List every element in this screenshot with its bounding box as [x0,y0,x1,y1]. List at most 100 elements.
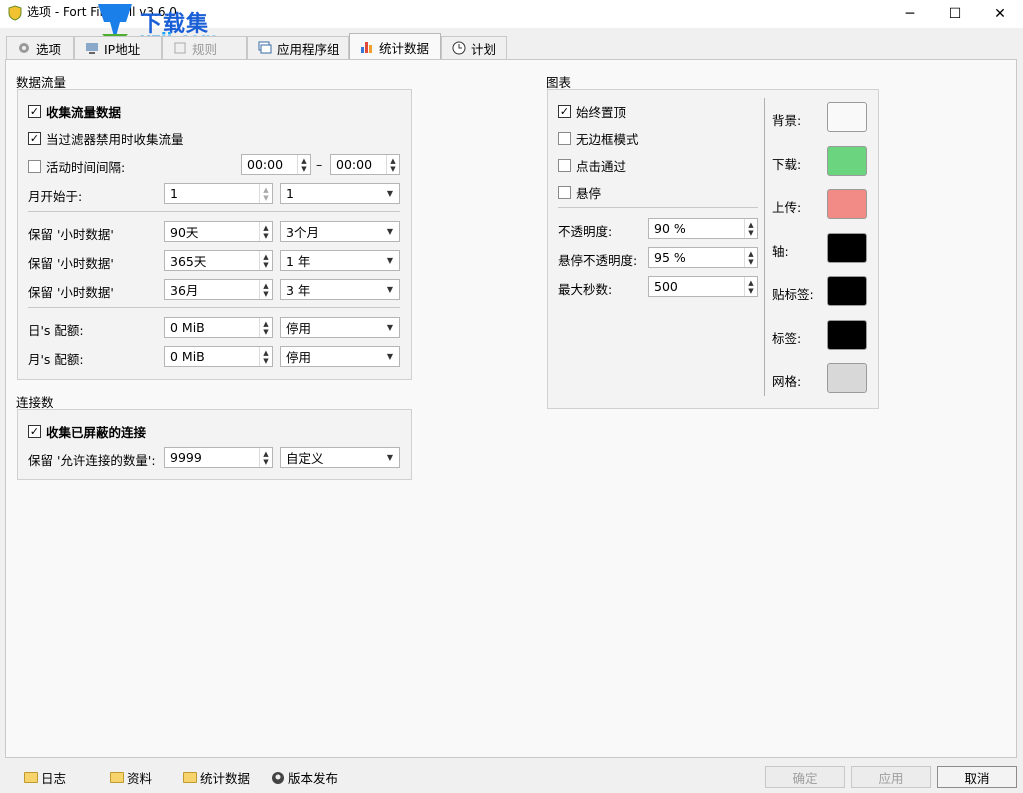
apply-button[interactable]: 应用 [851,766,931,788]
spin-arrows-icon[interactable]: ▲ ▼ [259,280,272,299]
collect-blocked-checkbox[interactable]: ✓ 收集已屏蔽的连接 [28,422,146,441]
spin-arrows-icon[interactable]: ▲ ▼ [297,155,310,174]
active-period-to-input[interactable]: 00:00 ▲ ▼ [330,154,400,175]
spin-arrows-icon[interactable]: ▲ ▼ [386,155,399,174]
spin-arrows-icon[interactable]: ▲ ▼ [744,277,757,296]
month-quota-input[interactable]: 0 MiB ▲ ▼ [164,346,273,367]
keep-monthly-combo[interactable]: 3 年 ▼ [280,279,400,300]
profile-folder-link[interactable]: 资料 [110,768,152,787]
keep-hourly-input[interactable]: 90天 ▲ ▼ [164,221,273,242]
tab-label: 选项 [36,41,62,57]
axis-color-button[interactable] [827,233,867,263]
checkbox-label: 当过滤器禁用时收集流量 [46,132,184,147]
labels-color-button[interactable] [827,320,867,350]
collect-when-disabled-checkbox[interactable]: ✓ 当过滤器禁用时收集流量 [28,129,184,148]
combo-value: 停用 [286,350,312,365]
keep-daily-combo[interactable]: 1 年 ▼ [280,250,400,271]
keep-allowed-combo[interactable]: 自定义 ▼ [280,447,400,468]
link-label: 统计数据 [200,771,251,786]
tab-options[interactable]: 选项 [6,36,74,59]
keep-monthly-label: 保留 '小时数据' [28,285,114,300]
spin-arrows-icon[interactable]: ▲ ▼ [259,184,272,203]
divider [28,307,400,308]
checkbox-label: 始终置顶 [576,105,627,120]
divider [28,211,400,212]
checkbox-label: 点击通过 [576,159,627,174]
month-start-combo[interactable]: 1 ▼ [280,183,400,204]
upload-color-button[interactable] [827,189,867,219]
rules-icon [174,42,186,54]
spin-arrows-icon[interactable]: ▲ ▼ [259,347,272,366]
opacity-label: 不透明度: [558,224,613,239]
tab-label: 统计数据 [379,40,430,56]
color-label-ticks: 贴标签: [772,287,814,302]
cancel-button[interactable]: 取消 [937,766,1017,788]
spin-arrows-icon[interactable]: ▲ ▼ [259,251,272,270]
day-quota-input[interactable]: 0 MiB ▲ ▼ [164,317,273,338]
keep-daily-input[interactable]: 365天 ▲ ▼ [164,250,273,271]
active-period-checkbox[interactable]: 活动时间间隔: [28,157,125,176]
checkbox-check: ✓ [28,105,41,118]
spin-arrows-icon[interactable]: ▲ ▼ [744,248,757,267]
minimize-button[interactable]: ─ [887,0,933,28]
link-label: 版本发布 [288,771,339,786]
close-button[interactable]: ✕ [977,0,1023,28]
frameless-checkbox[interactable]: 无边框模式 [558,129,639,148]
opacity-input[interactable]: 90 % ▲ ▼ [648,218,758,239]
day-quota-combo[interactable]: 停用 ▼ [280,317,400,338]
divider [558,207,758,208]
tab-app-groups[interactable]: 应用程序组 [247,36,349,59]
spin-value: 90天 [170,225,199,240]
combo-value: 1 年 [286,254,311,269]
always-on-top-checkbox[interactable]: ✓ 始终置顶 [558,102,626,121]
month-quota-combo[interactable]: 停用 ▼ [280,346,400,367]
color-label-upload: 上传: [772,200,802,215]
color-label-axis: 轴: [772,244,789,259]
keep-allowed-input[interactable]: 9999 ▲ ▼ [164,447,273,468]
spin-value: 36月 [170,283,199,298]
keep-hourly-combo[interactable]: 3个月 ▼ [280,221,400,242]
keep-allowed-label: 保留 '允许连接的数量': [28,453,156,468]
tab-addresses[interactable]: IP地址 [74,36,162,59]
tab-label: 规则 [192,41,218,57]
app-icon [8,5,22,21]
download-color-button[interactable] [827,146,867,176]
background-color-button[interactable] [827,102,867,132]
grid-color-button[interactable] [827,363,867,393]
releases-link[interactable]: 版本发布 [271,768,338,787]
month-start-input[interactable]: 1 ▲ ▼ [164,183,273,204]
folder-icon [110,772,124,783]
chevron-down-icon: ▼ [386,323,394,332]
checkbox-check [28,160,41,173]
spin-arrows-icon[interactable]: ▲ ▼ [744,219,757,238]
tab-schedule[interactable]: 计划 [441,36,507,59]
active-period-from-input[interactable]: 00:00 ▲ ▼ [241,154,311,175]
checkbox-check [558,159,571,172]
spin-value: 0 MiB [170,349,205,364]
chevron-down-icon: ▼ [386,453,394,462]
tab-rules[interactable]: 规则 [162,36,247,59]
spin-arrows-icon[interactable]: ▲ ▼ [259,448,272,467]
stats-folder-link[interactable]: 统计数据 [183,768,250,787]
spin-value: 1 [170,186,178,201]
spin-arrows-icon[interactable]: ▲ ▼ [259,222,272,241]
hover-opacity-input[interactable]: 95 % ▲ ▼ [648,247,758,268]
clock-icon [452,41,466,55]
tab-statistics[interactable]: 统计数据 [349,33,441,60]
ticks-color-button[interactable] [827,276,867,306]
combo-value: 停用 [286,321,312,336]
link-label: 日志 [41,771,67,786]
hide-on-hover-checkbox[interactable]: 悬停 [558,183,601,202]
month-quota-label: 月's 配额: [28,352,84,367]
max-seconds-input[interactable]: 500 ▲ ▼ [648,276,758,297]
collect-traffic-checkbox[interactable]: ✓ 收集流量数据 [28,102,121,121]
spin-arrows-icon[interactable]: ▲ ▼ [259,318,272,337]
github-icon [272,771,284,784]
click-through-checkbox[interactable]: 点击通过 [558,156,626,175]
vertical-divider [764,98,765,396]
ok-button[interactable]: 确定 [765,766,845,788]
maximize-button[interactable]: ☐ [932,0,978,28]
folder-icon [183,772,197,783]
logs-folder-link[interactable]: 日志 [24,768,66,787]
keep-monthly-input[interactable]: 36月 ▲ ▼ [164,279,273,300]
